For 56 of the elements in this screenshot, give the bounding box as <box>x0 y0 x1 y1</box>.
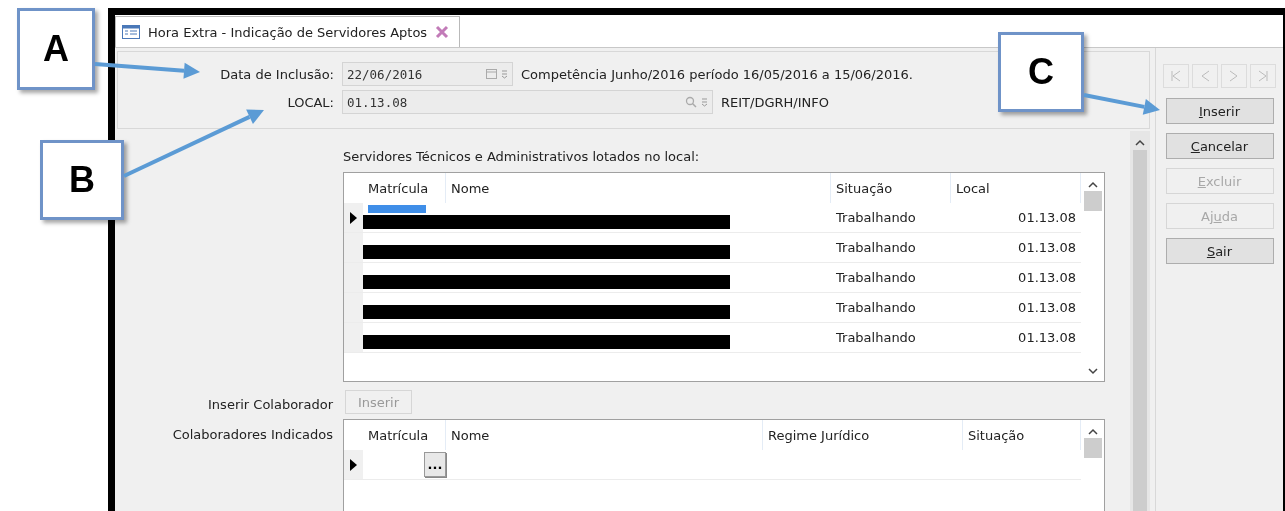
previous-record-icon[interactable] <box>1192 64 1218 88</box>
local-field[interactable]: 01.13.08 <box>342 90 713 114</box>
scroll-up-icon[interactable] <box>1087 428 1098 435</box>
table-cell-text: 01.13.08 <box>1017 300 1077 315</box>
table-cell-text: Trabalhando <box>835 210 917 225</box>
scroll-up-icon[interactable] <box>1087 181 1098 188</box>
date-field[interactable]: 22/06/2016 <box>342 62 513 86</box>
side-button[interactable]: Sair <box>1165 238 1274 264</box>
column-header[interactable]: Nome <box>446 173 831 203</box>
table-cell-text: 01.13.08 <box>1017 330 1077 345</box>
search-icon[interactable] <box>685 96 697 108</box>
local-name-text: REIT/DGRH/INFO <box>721 94 829 110</box>
table-cell-text: 01.13.08 <box>1017 240 1077 255</box>
scroll-down-icon[interactable] <box>1087 368 1098 375</box>
form-tab[interactable]: Hora Extra - Indicação de Servidores Aptos <box>115 16 461 47</box>
column-header[interactable]: Matrícula <box>363 173 446 203</box>
next-record-icon[interactable] <box>1221 64 1247 88</box>
selected-cell <box>368 205 426 213</box>
colaboradores-label: Colaboradores Indicados <box>171 426 333 442</box>
callout-label: B <box>40 140 124 220</box>
first-record-icon[interactable] <box>1163 64 1189 88</box>
table-cell-text: Trabalhando <box>835 300 917 315</box>
side-button[interactable]: Inserir <box>1165 98 1274 124</box>
table-cell-text: 01.13.08 <box>1017 270 1077 285</box>
inserir-colaborador-label: Inserir Colaborador <box>207 397 333 412</box>
row-header[interactable] <box>344 450 363 479</box>
last-record-icon[interactable] <box>1250 64 1276 88</box>
scrollbar[interactable] <box>1130 131 1150 511</box>
table-cell-text: 01.13.08 <box>1017 210 1077 225</box>
calendar-icon[interactable] <box>486 69 497 79</box>
form-icon <box>122 25 140 39</box>
column-header[interactable]: Situação <box>831 173 951 203</box>
local-label: LOCAL: <box>287 94 334 110</box>
column-header[interactable]: Matrícula <box>363 420 446 450</box>
current-row-icon <box>350 458 357 471</box>
table-cell-text: Trabalhando <box>835 330 917 345</box>
scroll-up-icon[interactable] <box>1135 139 1145 146</box>
date-label: Data de Inclusão: <box>220 66 334 82</box>
side-button[interactable]: Cancelar <box>1165 133 1274 159</box>
dropdown-icon[interactable] <box>701 97 708 107</box>
callout-label: C <box>998 32 1084 112</box>
current-row-icon <box>350 211 357 224</box>
column-header[interactable]: Regime Jurídico <box>763 420 963 450</box>
scrollbar-thumb[interactable] <box>1133 150 1147 511</box>
dropdown-icon[interactable] <box>501 69 508 79</box>
callout-label: A <box>17 8 95 90</box>
close-icon[interactable] <box>435 25 450 39</box>
competencia-text: Competência Junho/2016 período 16/05/2016 a 15/06/2016. <box>521 66 913 82</box>
lookup-button[interactable]: ... <box>424 452 446 477</box>
scrollbar-thumb[interactable] <box>1083 438 1102 458</box>
table-cell-text: Trabalhando <box>835 270 917 285</box>
table-cell-text: Trabalhando <box>835 240 917 255</box>
scrollbar-thumb[interactable] <box>1083 191 1102 211</box>
row-header[interactable] <box>344 203 363 232</box>
section-title: Servidores Técnicos e Administrativos lotados no local: <box>343 149 701 164</box>
column-header[interactable]: Nome <box>446 420 763 450</box>
